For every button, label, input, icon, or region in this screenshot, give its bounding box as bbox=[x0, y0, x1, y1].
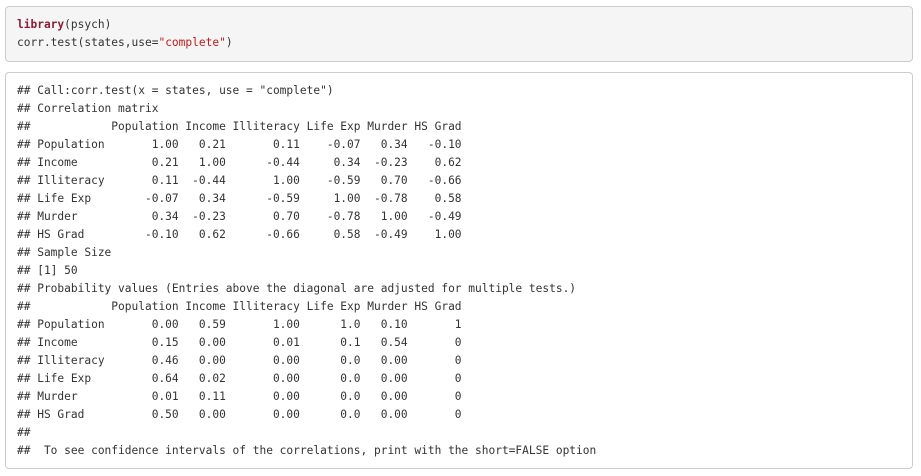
code-line-library: library(psych) bbox=[17, 16, 233, 34]
output-line: ## Population 1.00 0.21 0.11 -0.07 0.34 … bbox=[17, 138, 462, 151]
corr-test-close-paren: ) bbox=[225, 36, 233, 49]
library-argument: (psych) bbox=[64, 18, 112, 31]
output-line: ## Population Income Illiteracy Life Exp… bbox=[17, 120, 462, 133]
output-line: ## Life Exp 0.64 0.02 0.00 0.0 0.00 0 bbox=[17, 372, 462, 385]
output-line: ## Call:corr.test(x = states, use = "com… bbox=[17, 84, 334, 97]
output-line: ## To see confidence intervals of the co… bbox=[17, 444, 597, 457]
r-code: library(psych) corr.test(states,use="comp… bbox=[17, 16, 233, 52]
output-line: ## Illiteracy 0.11 -0.44 1.00 -0.59 0.70… bbox=[17, 174, 462, 187]
library-keyword: library bbox=[17, 18, 65, 31]
output-line: ## Murder 0.01 0.11 0.00 0.0 0.00 0 bbox=[17, 390, 462, 403]
output-line: ## Income 0.15 0.00 0.01 0.1 0.54 0 bbox=[17, 336, 462, 349]
output-line: ## Correlation matrix bbox=[17, 102, 159, 115]
output-line: ## Illiteracy 0.46 0.00 0.00 0.0 0.00 0 bbox=[17, 354, 462, 367]
r-code-input-block: library(psych) corr.test(states,use="comp… bbox=[5, 6, 913, 62]
output-line: ## HS Grad 0.50 0.00 0.00 0.0 0.00 0 bbox=[17, 408, 462, 421]
output-line: ## Population 0.00 0.59 1.00 1.0 0.10 1 bbox=[17, 318, 462, 331]
use-argument-string: "complete" bbox=[158, 36, 226, 49]
code-line-corr-test: corr.test(states,use="complete") bbox=[17, 34, 233, 52]
output-line: ## [1] 50 bbox=[17, 264, 78, 277]
output-line: ## Murder 0.34 -0.23 0.70 -0.78 1.00 -0.… bbox=[17, 210, 462, 223]
output-line: ## Life Exp -0.07 0.34 -0.59 1.00 -0.78 … bbox=[17, 192, 462, 205]
corr-test-call: corr.test(states,use= bbox=[17, 36, 159, 49]
r-console-output-block: ## Call:corr.test(x = states, use = "com… bbox=[5, 72, 913, 469]
r-console-output: ## Call:corr.test(x = states, use = "com… bbox=[17, 82, 596, 460]
output-line: ## HS Grad -0.10 0.62 -0.66 0.58 -0.49 1… bbox=[17, 228, 462, 241]
output-line: ## Income 0.21 1.00 -0.44 0.34 -0.23 0.6… bbox=[17, 156, 462, 169]
output-line: ## Sample Size bbox=[17, 246, 112, 259]
output-line: ## Probability values (Entries above the… bbox=[17, 282, 577, 295]
output-line: ## bbox=[17, 426, 31, 439]
output-line: ## Population Income Illiteracy Life Exp… bbox=[17, 300, 462, 313]
